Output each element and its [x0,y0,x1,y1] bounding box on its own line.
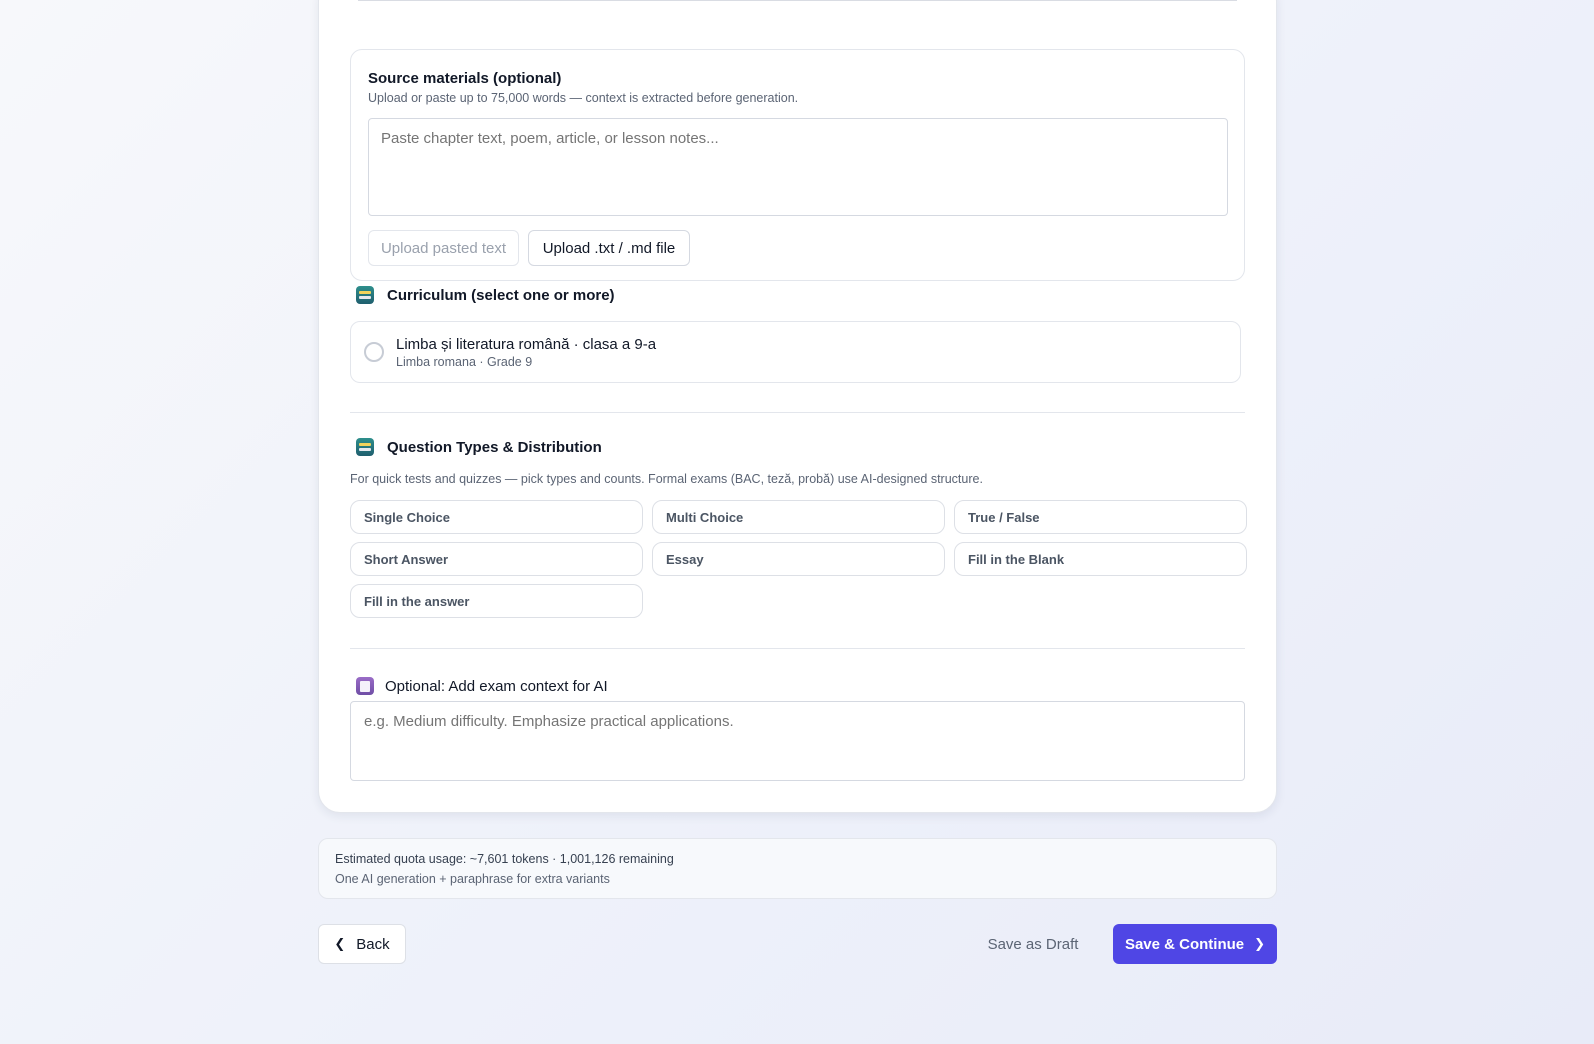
curriculum-title: Curriculum (select one or more) [387,286,615,304]
books-icon [356,438,374,456]
curriculum-option[interactable]: Limba și literatura română · clasa a 9-a… [350,321,1241,383]
question-type-fill-blank[interactable]: Fill in the Blank [954,542,1247,576]
curriculum-option-title: Limba și literatura română · clasa a 9-a [396,336,657,353]
upload-pasted-text-button[interactable]: Upload pasted text [368,230,519,266]
curriculum-header: Curriculum (select one or more) [356,286,615,304]
question-type-multi-choice[interactable]: Multi Choice [652,500,945,534]
question-type-single-choice[interactable]: Single Choice [350,500,643,534]
quota-panel: Estimated quota usage: ~7,601 tokens · 1… [318,838,1277,899]
quota-usage-text: Estimated quota usage: ~7,601 tokens · 1… [335,852,674,866]
section-divider [350,412,1245,413]
question-type-fill-answer[interactable]: Fill in the answer [350,584,643,618]
source-materials-title: Source materials (optional) [368,70,562,87]
curriculum-radio[interactable] [364,342,384,362]
question-types-description: For quick tests and quizzes — pick types… [350,472,983,486]
save-continue-label: Save & Continue [1124,935,1245,953]
top-divider [358,0,1237,1]
upload-file-button[interactable]: Upload .txt / .md file [528,230,690,266]
question-type-true-false[interactable]: True / False [954,500,1247,534]
chevron-right-icon: ❯ [1254,936,1266,951]
curriculum-option-subtitle: Limba romana · Grade 9 [396,355,533,369]
question-type-short-answer[interactable]: Short Answer [350,542,643,576]
back-button[interactable]: ❮ Back [318,924,406,964]
section-divider [350,648,1245,649]
books-icon [356,286,374,304]
question-type-essay[interactable]: Essay [652,542,945,576]
question-types-title: Question Types & Distribution [387,438,602,456]
exam-context-title: Optional: Add exam context for AI [385,677,608,695]
quota-note-text: One AI generation + paraphrase for extra… [335,872,610,886]
save-continue-button[interactable]: Save & Continue ❯ [1113,924,1277,964]
source-materials-panel: Source materials (optional) Upload or pa… [350,49,1245,281]
back-button-label: Back [356,935,390,953]
exam-context-input[interactable] [350,701,1245,781]
exam-context-header: Optional: Add exam context for AI [356,677,608,695]
source-materials-subtitle: Upload or paste up to 75,000 words — con… [368,91,799,105]
save-draft-button[interactable]: Save as Draft [979,924,1087,964]
chevron-left-icon: ❮ [334,936,346,951]
memo-icon [356,677,374,695]
question-types-header: Question Types & Distribution [356,438,602,456]
source-text-input[interactable] [368,118,1228,216]
